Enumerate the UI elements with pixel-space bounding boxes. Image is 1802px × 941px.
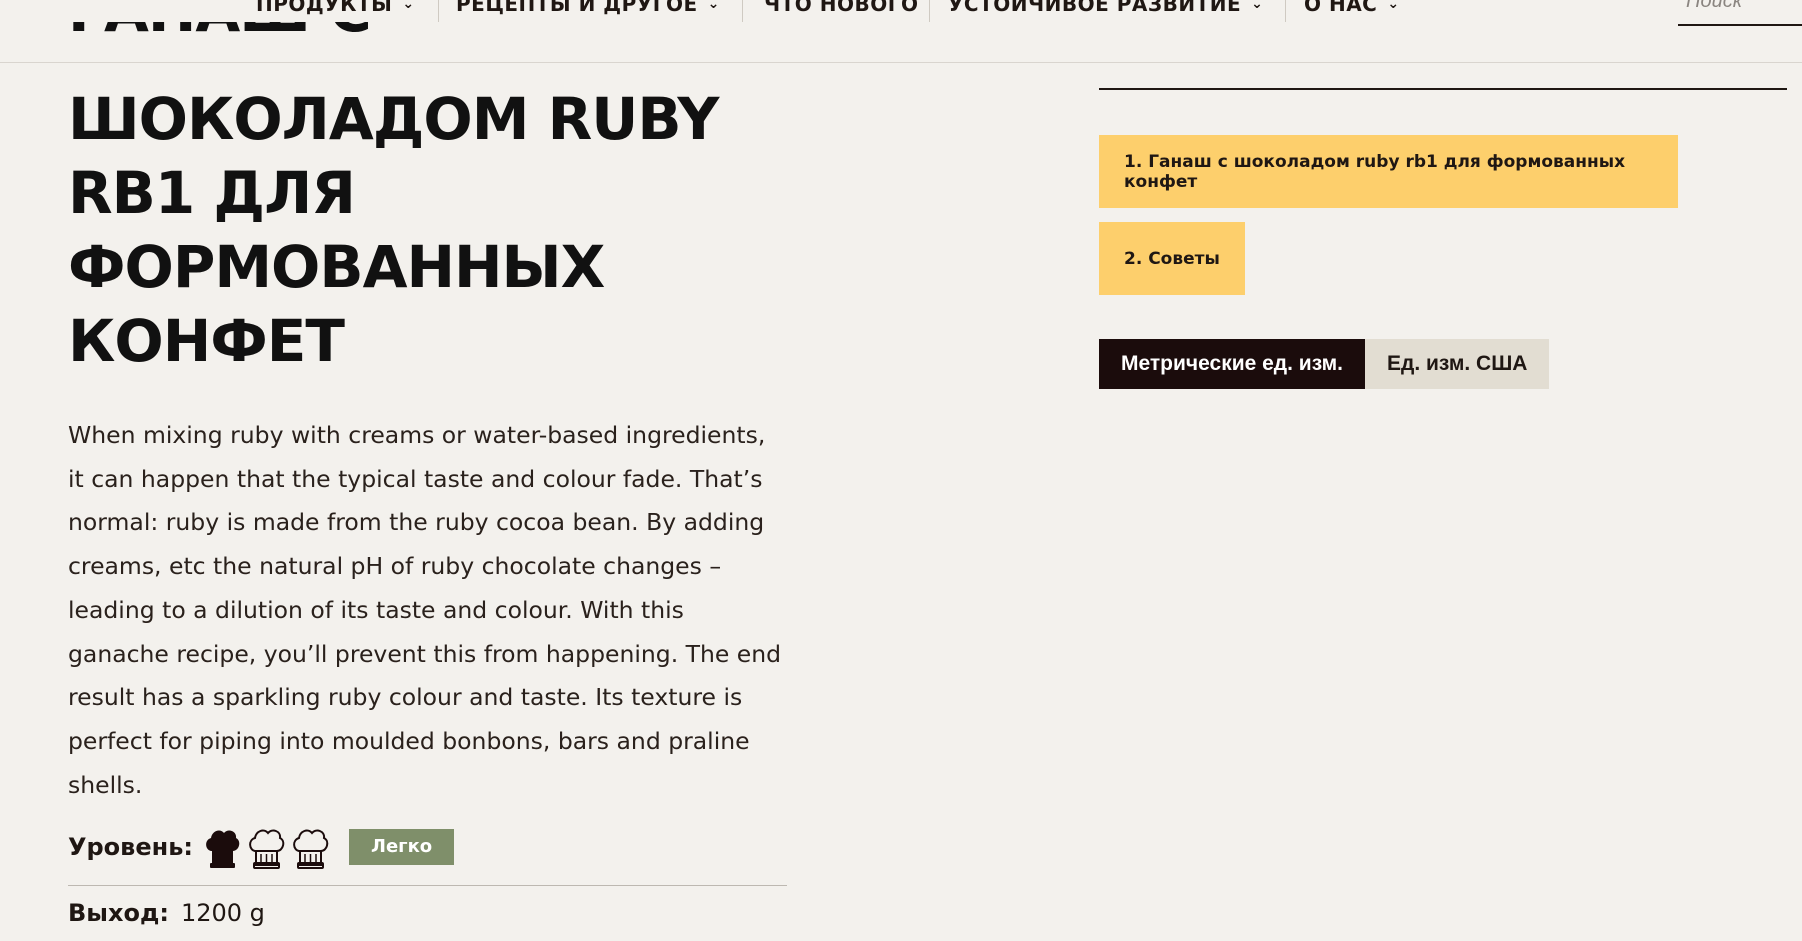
chevron-down-icon: ⌄ — [1387, 0, 1400, 12]
nav-divider — [438, 0, 439, 22]
nav-divider — [742, 0, 743, 22]
yield-label: Выход: — [68, 899, 169, 927]
title-clipped-line: ГАНАШ С — [68, 22, 668, 64]
yield-info: Выход: 1200 g — [68, 899, 265, 927]
nav-item-label: О НАС — [1304, 0, 1378, 16]
page-title: ШОКОЛАДОМ RUBY RB1 ДЛЯ ФОРМОВАННЫХ КОНФЕ… — [68, 85, 719, 375]
nav-item-about[interactable]: О НАС ⌄ — [1304, 0, 1400, 22]
search-placeholder: Поиск — [1686, 0, 1743, 12]
search-input[interactable]: Поиск — [1678, 0, 1802, 26]
nav-item-whats-new[interactable]: ЧТО НОВОГО — [764, 0, 919, 22]
us-units-button[interactable]: Ед. изм. США — [1365, 339, 1550, 389]
nav-item-label: ПРОДУКТЫ — [256, 0, 393, 16]
level-label: Уровень: — [68, 833, 193, 861]
toc-item-tips[interactable]: 2. Советы — [1099, 222, 1245, 295]
chevron-down-icon: ⌄ — [402, 0, 415, 12]
toc-item-label: 1. Ганаш с шоколадом ruby rb1 для формов… — [1124, 151, 1626, 192]
nav-item-label: РЕЦЕПТЫ И ДРУГОЕ — [456, 0, 698, 16]
nav-item-recipes[interactable]: РЕЦЕПТЫ И ДРУГОЕ ⌄ — [456, 0, 720, 22]
nav-divider — [929, 0, 930, 22]
nav-item-label: ЧТО НОВОГО — [764, 0, 919, 16]
chef-hat-icon-filled — [206, 830, 240, 868]
toc-item-ganache[interactable]: 1. Ганаш с шоколадом ruby rb1 для формов… — [1099, 135, 1678, 208]
nav-item-label: УСТОЙЧИВОЕ РАЗВИТИЕ — [948, 0, 1242, 16]
nav-divider — [1285, 0, 1286, 22]
difficulty-level: Уровень: Легко — [68, 824, 455, 870]
unit-toggle: Метрические ед. изм. Ед. изм. США — [1099, 339, 1550, 389]
divider — [68, 885, 787, 886]
nav-item-sustainability[interactable]: УСТОЙЧИВОЕ РАЗВИТИЕ ⌄ — [948, 0, 1263, 22]
difficulty-badge: Легко — [349, 829, 455, 865]
chevron-down-icon: ⌄ — [1251, 0, 1264, 12]
recipe-description: When mixing ruby with creams or water-ba… — [68, 421, 782, 799]
chef-hat-icon-outline — [293, 829, 329, 869]
yield-value: 1200 g — [180, 899, 265, 927]
nav-item-products[interactable]: ПРОДУКТЫ ⌄ — [256, 0, 415, 22]
toc-item-label: 2. Советы — [1124, 248, 1220, 269]
chef-hat-icon-outline — [249, 829, 285, 869]
metric-units-label: Метрические ед. изм. — [1121, 352, 1343, 375]
metric-units-button[interactable]: Метрические ед. изм. — [1099, 339, 1365, 389]
section-rule — [1099, 88, 1787, 90]
chevron-down-icon: ⌄ — [707, 0, 720, 12]
us-units-label: Ед. изм. США — [1387, 352, 1528, 375]
